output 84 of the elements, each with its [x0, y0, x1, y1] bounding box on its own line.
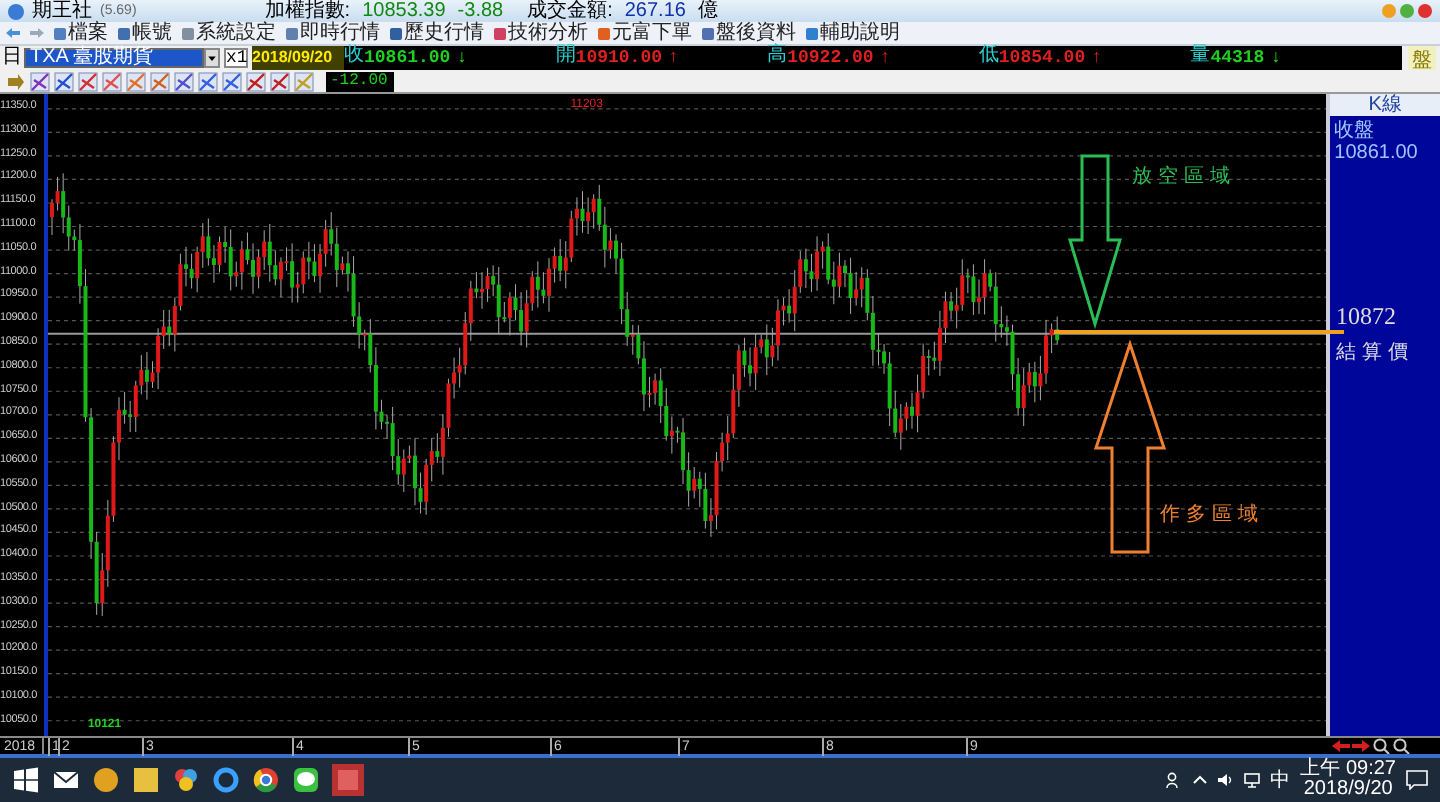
- zoom-out-icon[interactable]: [1392, 738, 1410, 754]
- network-icon[interactable]: [1244, 772, 1261, 788]
- mail-icon[interactable]: [52, 766, 80, 794]
- menu-item[interactable]: 檔案: [54, 21, 108, 45]
- pointer-icon[interactable]: [6, 71, 26, 91]
- trend-arrow: ↑: [668, 46, 679, 70]
- chart-tool-icon[interactable]: [30, 71, 50, 91]
- square-icon: [118, 27, 130, 39]
- app-icon[interactable]: [172, 766, 200, 794]
- quote-value: 10854.00: [998, 48, 1086, 70]
- trend-arrow: ↓: [1270, 46, 1282, 70]
- left-arrow-icon[interactable]: [1332, 738, 1350, 754]
- menu-item[interactable]: 盤後資料: [702, 21, 796, 45]
- offset-value: -12.00: [326, 71, 394, 91]
- input-method-indicator[interactable]: 中: [1270, 766, 1291, 794]
- quote-value: 10922.00: [787, 46, 874, 70]
- chart-tool-icon[interactable]: [174, 71, 194, 91]
- mode-button[interactable]: 盤: [1408, 46, 1436, 70]
- chart-tool-icon[interactable]: [246, 71, 266, 91]
- quote-label: 收: [344, 46, 364, 70]
- menu-item[interactable]: 即時行情: [286, 21, 380, 45]
- index-value: 10853.39: [362, 0, 446, 22]
- clock-time: 上午 09:27: [1300, 760, 1396, 780]
- index-change: -3.88: [457, 0, 504, 22]
- quote-label: 開: [555, 46, 576, 70]
- close-price-caption: 收盤 10861.00: [1332, 118, 1420, 168]
- clock-date: 2018/9/20: [1303, 780, 1393, 800]
- chart-tool-icon[interactable]: [54, 71, 74, 91]
- speaker-icon[interactable]: [1218, 772, 1235, 788]
- multiplier-dropdown[interactable]: x1: [224, 48, 248, 68]
- zoom-in-icon[interactable]: [1372, 738, 1390, 754]
- chart-tool-icon[interactable]: [126, 71, 146, 91]
- chart-tool-icon[interactable]: [102, 71, 122, 91]
- chart-tool-icon[interactable]: [222, 71, 242, 91]
- right-arrow-icon[interactable]: [1352, 738, 1370, 754]
- quote-value: 44318: [1210, 46, 1265, 70]
- square-icon: [182, 27, 194, 39]
- trend-arrow: ↑: [1091, 46, 1103, 70]
- menu-item[interactable]: 技術分析: [494, 21, 588, 45]
- square-icon: [702, 27, 714, 39]
- menu-item[interactable]: 歷史行情: [390, 21, 484, 45]
- quote-label: 低: [978, 46, 999, 70]
- quote-value: 10910.00: [575, 46, 663, 70]
- app-icon: [8, 3, 24, 19]
- back-arrow-icon[interactable]: [6, 28, 20, 38]
- windows-start-icon[interactable]: [12, 766, 40, 794]
- square-icon: [806, 27, 818, 39]
- period-label: 日: [0, 46, 24, 70]
- square-icon: [390, 27, 402, 39]
- chart-tool-icon[interactable]: [78, 71, 98, 91]
- trend-arrow: ↑: [879, 46, 891, 70]
- square-icon: [598, 27, 610, 39]
- chevron-up-icon[interactable]: [1192, 772, 1209, 788]
- long-zone-label: 作多區域: [1160, 504, 1264, 526]
- close-button[interactable]: [1418, 4, 1432, 18]
- index-label: 加權指數:: [264, 0, 351, 22]
- menu-item[interactable]: 帳號: [118, 21, 172, 45]
- short-zone-label: 放空區域: [1132, 166, 1236, 188]
- square-icon: [494, 27, 506, 39]
- panel-title: K線: [1330, 94, 1440, 116]
- app-icon[interactable]: [132, 766, 160, 794]
- quote-label: 高: [767, 46, 788, 70]
- square-icon: [54, 27, 66, 39]
- menu-item[interactable]: 輔助說明: [806, 21, 900, 45]
- window-title: 期王社: [32, 0, 92, 22]
- turnover-unit: 億: [697, 0, 718, 22]
- settlement-label: 結算價: [1336, 342, 1414, 364]
- chart-tool-icon[interactable]: [270, 71, 290, 91]
- trend-arrow: ↓: [456, 46, 468, 70]
- chat-app-icon[interactable]: [292, 766, 320, 794]
- settlement-value: 10872: [1336, 306, 1396, 328]
- chart-tool-icon[interactable]: [198, 71, 218, 91]
- people-icon[interactable]: [1166, 772, 1183, 788]
- date-field[interactable]: 2018/09/20: [252, 46, 344, 70]
- menu-item[interactable]: 元富下單: [598, 21, 692, 45]
- menu-item[interactable]: 系統設定: [182, 21, 276, 45]
- square-icon: [286, 27, 298, 39]
- notification-icon[interactable]: [1406, 770, 1428, 790]
- symbol-dropdown[interactable]: TXA 臺股期貨: [24, 48, 204, 68]
- chart-tool-icon[interactable]: [150, 71, 170, 91]
- quote-label: 量: [1190, 46, 1211, 70]
- quote-value: 10861.00: [364, 46, 451, 70]
- turnover-value: 267.16: [624, 0, 686, 22]
- app-icon[interactable]: [92, 766, 120, 794]
